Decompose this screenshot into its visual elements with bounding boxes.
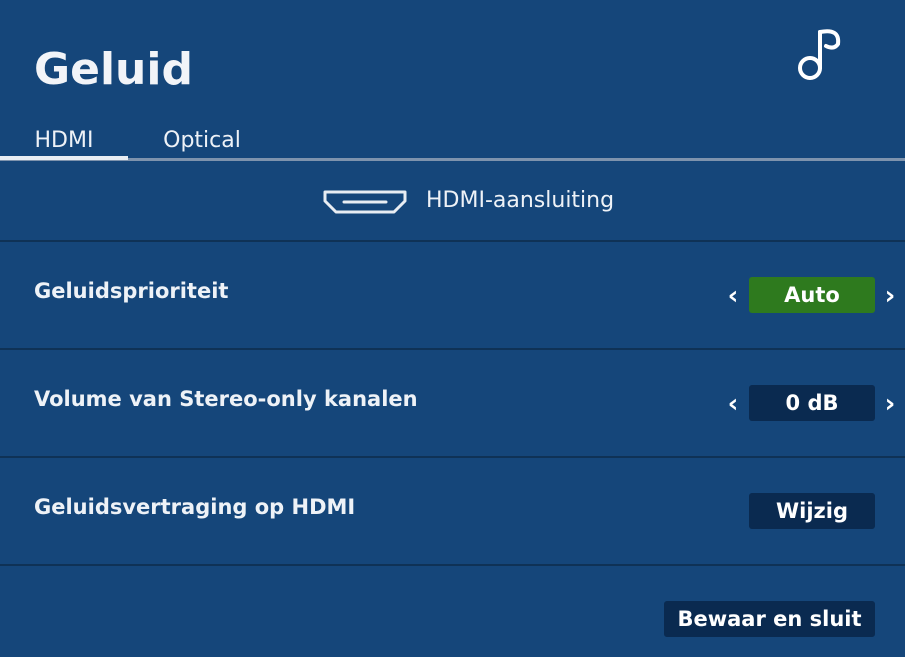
source-row: HDMI-aansluiting	[0, 162, 905, 240]
divider	[0, 348, 905, 350]
chevron-left-icon[interactable]: ‹	[724, 391, 742, 417]
tab-bar: HDMI Optical	[0, 122, 905, 162]
music-note-icon	[798, 29, 841, 80]
sound-priority-label: Geluidsprioriteit	[34, 279, 229, 303]
page-title: Geluid	[34, 44, 193, 95]
change-button[interactable]: Wijzig	[749, 493, 875, 529]
tab-hdmi[interactable]: HDMI	[0, 122, 128, 160]
source-label: HDMI-aansluiting	[426, 188, 615, 213]
tab-active-indicator	[0, 156, 128, 160]
divider	[0, 564, 905, 566]
divider	[0, 240, 905, 242]
save-and-close-button[interactable]: Bewaar en sluit	[664, 601, 875, 637]
stereo-volume-value[interactable]: 0 dB	[749, 385, 875, 421]
sound-priority-value[interactable]: Auto	[749, 277, 875, 313]
stereo-volume-label: Volume van Stereo-only kanalen	[34, 387, 418, 411]
hdmi-delay-label: Geluidsvertraging op HDMI	[34, 495, 356, 519]
hdmi-port-icon	[323, 190, 407, 214]
divider	[0, 456, 905, 458]
chevron-left-icon[interactable]: ‹	[724, 283, 742, 309]
tab-optical[interactable]: Optical	[128, 122, 276, 160]
tab-divider	[0, 158, 905, 161]
chevron-right-icon[interactable]: ›	[881, 391, 899, 417]
chevron-right-icon[interactable]: ›	[881, 283, 899, 309]
